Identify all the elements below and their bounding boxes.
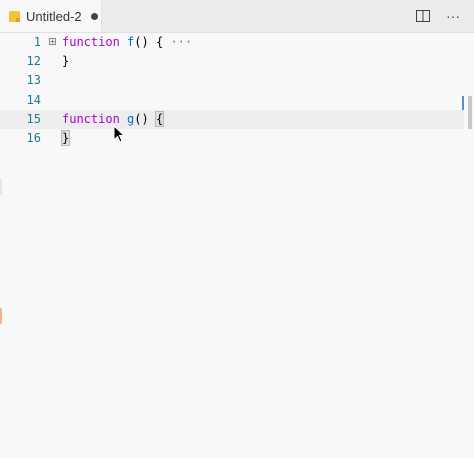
line-number: 13 [26,73,41,87]
mouse-pointer-icon [113,125,126,143]
line-number: 15 [26,112,41,126]
code-token: () [134,112,156,126]
unsaved-dot-icon[interactable] [90,12,98,20]
code-token: () { [134,35,164,49]
code-token: } [60,130,71,146]
line-number: 12 [26,54,41,68]
file-icon [9,10,20,22]
code-line[interactable]: 13 [0,71,464,90]
more-actions-icon[interactable]: ··· [440,6,466,26]
editor-tab-untitled-2[interactable]: Untitled-2 [0,0,102,32]
editor-actions: ··· [406,0,474,32]
split-editor-icon[interactable] [410,6,436,26]
overview-ruler-marker [462,96,464,110]
code-line[interactable]: 15 function g() { [0,110,464,129]
code-line[interactable]: 12} [0,52,464,71]
code-token: function [62,112,120,126]
code-line[interactable]: 14 [0,91,464,110]
code-text: } [62,52,69,71]
vertical-scrollbar[interactable] [468,96,472,129]
code-token: } [62,54,70,68]
code-token: ··· [163,35,193,49]
code-text: function f() { ··· [62,33,192,52]
line-number: 1 [33,35,41,49]
tab-title: Untitled-2 [26,8,82,24]
code-editor[interactable]: 1 + function f() { ··· 12} 13 14 15 function g(… [0,33,474,458]
tab-bar: Untitled-2 ··· [0,0,474,33]
code-line[interactable]: 16} [0,129,464,148]
code-token: function [62,35,120,49]
line-number: 16 [26,131,41,145]
line-number: 14 [26,93,41,107]
code-token: { [154,111,165,127]
fold-expand-icon[interactable]: + [49,38,56,46]
left-edge-marker-orange [0,308,2,324]
code-line[interactable]: 1 + function f() { ··· [0,33,464,52]
code-text: } [60,129,71,148]
left-edge-marker [0,179,2,195]
